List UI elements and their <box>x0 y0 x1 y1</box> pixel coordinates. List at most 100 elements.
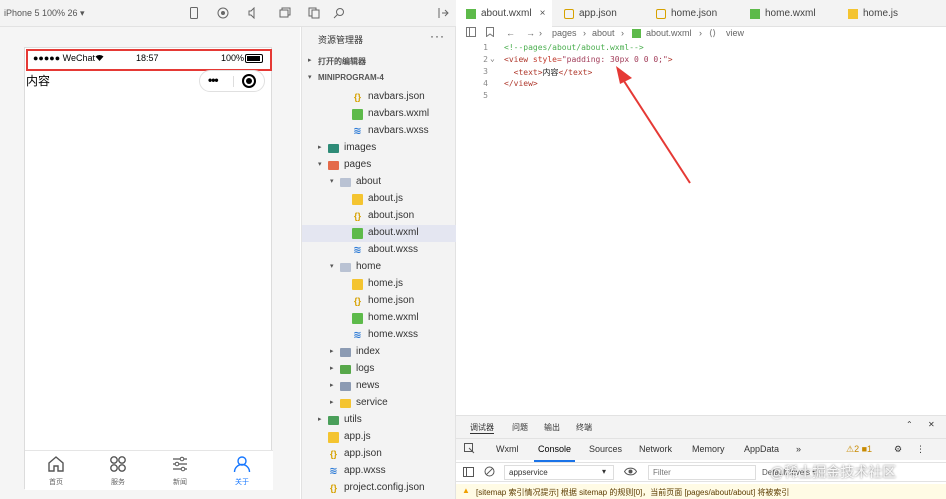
close-mini-program-icon[interactable] <box>242 74 256 88</box>
tree-file[interactable]: ≋ app.wxss <box>302 463 457 480</box>
tree-folder[interactable]: ▸ news <box>302 378 457 395</box>
copy-icon[interactable] <box>307 6 321 20</box>
tree-folder[interactable]: ▸ logs <box>302 361 457 378</box>
tree-folder[interactable]: ▾ about <box>302 174 457 191</box>
tree-item-label: home.wxss <box>368 329 419 340</box>
tree-file[interactable]: {} project.config.json <box>302 480 457 497</box>
open-editors-section[interactable]: ▸ 打开的编辑器 <box>302 53 457 69</box>
tree-item-label: app.js <box>344 431 371 442</box>
tree-item-label: about.wxss <box>368 244 419 255</box>
more-tabs-icon[interactable]: » <box>796 444 801 454</box>
folder-icon <box>340 348 351 357</box>
tree-file[interactable]: {} app.json <box>302 446 457 463</box>
tree-item-label: about.js <box>368 193 404 204</box>
js-file-icon <box>328 432 339 443</box>
chevron-down-icon: ▾ <box>308 74 312 81</box>
clear-console-icon[interactable] <box>484 466 495 480</box>
tab-wxml[interactable]: Wxml <box>496 444 519 454</box>
tab-console[interactable]: Console <box>533 444 576 462</box>
tree-item-label: home <box>356 261 382 272</box>
tree-file[interactable]: about.js <box>302 191 457 208</box>
more-actions-icon[interactable]: ··· <box>430 29 445 43</box>
filter-input[interactable] <box>648 465 756 480</box>
tree-file[interactable]: {} home.json <box>302 293 457 310</box>
issue-badges[interactable]: ⚠2 ■1 <box>846 444 872 455</box>
tree-folder[interactable]: ▸ images <box>302 140 457 157</box>
chevron-down-icon: ▾ <box>330 263 334 270</box>
tree-file[interactable]: ≋ about.wxss <box>302 242 457 259</box>
tree-file[interactable]: navbars.wxml <box>302 106 457 123</box>
tab-label: 关于 <box>235 479 249 486</box>
eye-icon[interactable] <box>623 466 638 480</box>
wxss-file-icon: ≋ <box>329 466 338 477</box>
record-icon[interactable] <box>216 6 230 20</box>
gear-icon[interactable]: ⚙ <box>894 444 902 455</box>
tree-item-label: home.js <box>368 278 404 289</box>
grid-icon <box>109 453 127 475</box>
split-icon[interactable] <box>436 6 450 20</box>
sidebar-icon[interactable] <box>463 467 474 480</box>
js-file-icon <box>352 194 363 205</box>
tree-folder[interactable]: ▾ home <box>302 259 457 276</box>
tree-folder[interactable]: ▸ service <box>302 395 457 412</box>
chevron-right-icon: ▸ <box>318 144 322 151</box>
volume-icon[interactable] <box>246 6 260 20</box>
tab-service[interactable]: 服务 <box>87 451 149 491</box>
context-select[interactable]: appservice <box>504 465 614 480</box>
capsule-divider <box>233 76 234 87</box>
tab-home[interactable]: 首页 <box>25 451 87 491</box>
json-file-icon: {} <box>329 483 337 493</box>
window-icon[interactable] <box>278 6 292 20</box>
annotation-arrow <box>616 66 691 184</box>
chevron-right-icon: ▸ <box>330 348 334 355</box>
tree-file[interactable]: app.js <box>302 429 457 446</box>
wxss-file-icon: ≋ <box>353 245 362 256</box>
js-file-icon <box>352 279 363 290</box>
json-file-icon: {} <box>329 449 337 459</box>
search-icon[interactable] <box>332 6 346 20</box>
tree-file[interactable]: ≋ navbars.wxss <box>302 123 457 140</box>
tab-network[interactable]: Network <box>639 444 672 454</box>
folder-icon <box>340 399 351 408</box>
section-label: MINIPROGRAM-4 <box>318 73 384 82</box>
more-vertical-icon[interactable]: ⋮ <box>916 444 925 455</box>
tab-output[interactable]: 输出 <box>544 422 560 433</box>
inspect-icon[interactable] <box>464 443 475 456</box>
tab-label: 服务 <box>111 479 125 486</box>
tab-appdata[interactable]: AppData <box>744 444 779 454</box>
tab-about[interactable]: 关于 <box>211 451 273 491</box>
tab-debugger[interactable]: 调试器 <box>470 422 494 434</box>
wxml-file-icon <box>352 109 363 120</box>
tree-file[interactable]: home.wxml <box>302 310 457 327</box>
section-label: 打开的编辑器 <box>318 57 366 66</box>
tree-item-label: news <box>356 380 380 391</box>
more-icon[interactable]: ••• <box>208 73 219 87</box>
tree-file[interactable]: home.js <box>302 276 457 293</box>
tree-item-label: home.wxml <box>368 312 419 323</box>
watermark: @稀土掘金技术社区 <box>770 464 897 480</box>
tab-memory[interactable]: Memory <box>692 444 725 454</box>
tree-file[interactable]: {} navbars.json <box>302 89 457 106</box>
wxml-file-icon <box>352 228 363 239</box>
simulator-area: ●●●●● WeChat 18:57 100% 内容 ••• 首页 服务 新闻 … <box>0 27 300 499</box>
tree-folder[interactable]: ▾ pages <box>302 157 457 174</box>
tab-news[interactable]: 新闻 <box>149 451 211 491</box>
simulator-toolbar: iPhone 5 100% 26 ▾ <box>0 0 456 27</box>
project-section[interactable]: ▾ MINIPROGRAM-4 <box>302 70 457 86</box>
tree-file[interactable]: {} about.json <box>302 208 457 225</box>
capsule-button[interactable]: ••• <box>199 70 265 92</box>
device-select[interactable]: iPhone 5 100% 26 ▾ <box>4 8 184 19</box>
code-editor: about.wxml × app.json home.json home.wxml hom… <box>456 0 946 415</box>
close-icon[interactable]: ✕ <box>928 420 935 429</box>
tree-file[interactable]: about.wxml <box>302 225 457 242</box>
tree-folder[interactable]: ▸ utils <box>302 412 457 429</box>
chevron-up-icon[interactable]: ⌃ <box>906 420 913 429</box>
tree-item-label: index <box>356 346 380 357</box>
phone-icon[interactable] <box>187 6 201 20</box>
tree-item-label: about.wxml <box>368 227 419 238</box>
tree-folder[interactable]: ▸ index <box>302 344 457 361</box>
tree-file[interactable]: ≋ home.wxss <box>302 327 457 344</box>
tab-problems[interactable]: 问题 <box>512 422 528 433</box>
tab-sources[interactable]: Sources <box>589 444 622 454</box>
tab-terminal[interactable]: 终端 <box>576 422 592 433</box>
